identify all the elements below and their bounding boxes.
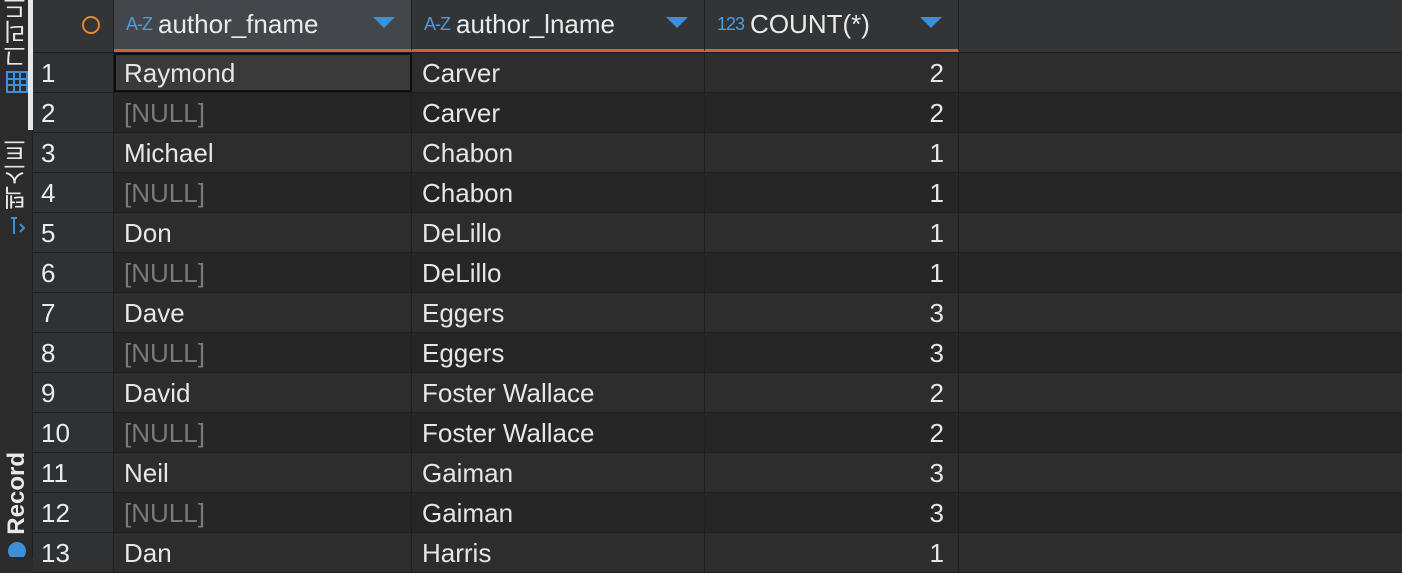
cell-count[interactable]: 1 [705,173,959,212]
text-type-icon: A-Z [126,14,153,34]
tab-grid-label: 그리드 [2,0,31,68]
cell-author-lname[interactable]: Eggers [412,293,705,332]
row-number[interactable]: 5 [33,213,114,252]
cell-author-fname[interactable]: Raymond [114,53,412,92]
cell-author-lname[interactable]: Gaiman [412,453,705,492]
result-grid: A-Z author_fname A-Z author_lname 123 CO… [33,0,1402,573]
cell-author-lname[interactable]: Harris [412,533,705,572]
cell-author-lname[interactable]: Gaiman [412,493,705,532]
table-row[interactable]: 13 Dan Harris 1 [33,533,1402,573]
column-header-count[interactable]: 123 COUNT(*) [705,0,959,52]
cell-count[interactable]: 3 [705,493,959,532]
cell-count[interactable]: 2 [705,373,959,412]
cell-author-lname[interactable]: DeLillo [412,253,705,292]
cell-count[interactable]: 1 [705,213,959,252]
cell-count[interactable]: 1 [705,133,959,172]
cell-author-lname[interactable]: Foster Wallace [412,373,705,412]
cell-author-fname[interactable]: [NULL] [114,493,412,532]
row-number[interactable]: 10 [33,413,114,452]
grid-header: A-Z author_fname A-Z author_lname 123 CO… [33,0,1402,53]
row-number-header[interactable] [33,0,114,52]
column-header-author-fname[interactable]: A-Z author_fname [114,0,412,52]
cell-author-fname[interactable]: Dave [114,293,412,332]
tab-record[interactable]: Record [0,452,33,560]
cell-author-fname[interactable]: Dan [114,533,412,572]
cell-count[interactable]: 1 [705,253,959,292]
cell-author-lname[interactable]: Chabon [412,133,705,172]
cell-count[interactable]: 2 [705,53,959,92]
table-row[interactable]: 11 Neil Gaiman 3 [33,453,1402,493]
cell-count[interactable]: 3 [705,293,959,332]
row-number[interactable]: 3 [33,133,114,172]
tab-record-label: Record [2,452,30,535]
row-number[interactable]: 2 [33,93,114,132]
table-row[interactable]: 9 David Foster Wallace 2 [33,373,1402,413]
table-row[interactable]: 5 Don DeLillo 1 [33,213,1402,253]
row-number[interactable]: 9 [33,373,114,412]
view-tab-strip: 그리드 텍스트 Record [0,0,33,560]
cell-author-lname[interactable]: Eggers [412,333,705,372]
row-number[interactable]: 7 [33,293,114,332]
cell-author-lname[interactable]: Carver [412,53,705,92]
cell-author-lname[interactable]: Foster Wallace [412,413,705,452]
row-number[interactable]: 11 [33,453,114,492]
row-number[interactable]: 12 [33,493,114,532]
cell-author-fname[interactable]: [NULL] [114,93,412,132]
row-number[interactable]: 1 [33,53,114,92]
table-row[interactable]: 4 [NULL] Chabon 1 [33,173,1402,213]
column-header-author-lname[interactable]: A-Z author_lname [412,0,705,52]
cell-author-fname[interactable]: Don [114,213,412,252]
cell-author-lname[interactable]: Carver [412,93,705,132]
number-type-icon: 123 [717,14,745,34]
sort-arrow-icon[interactable] [666,17,688,28]
cell-count[interactable]: 2 [705,413,959,452]
tab-text-label: 텍스트 [2,138,31,210]
table-row[interactable]: 1 Raymond Carver 2 [33,53,1402,93]
tab-text[interactable]: 텍스트 [0,138,33,260]
table-row[interactable]: 12 [NULL] Gaiman 3 [33,493,1402,533]
sort-arrow-icon[interactable] [920,17,942,28]
grid-icon [5,70,29,99]
row-number[interactable]: 6 [33,253,114,292]
row-number[interactable]: 4 [33,173,114,212]
sort-arrow-icon[interactable] [373,17,395,28]
cell-count[interactable]: 3 [705,333,959,372]
cell-author-fname[interactable]: Michael [114,133,412,172]
cell-author-lname[interactable]: Chabon [412,173,705,212]
cell-author-fname[interactable]: [NULL] [114,173,412,212]
row-number[interactable]: 8 [33,333,114,372]
table-row[interactable]: 6 [NULL] DeLillo 1 [33,253,1402,293]
table-row[interactable]: 3 Michael Chabon 1 [33,133,1402,173]
column-name: COUNT(*) [750,9,870,39]
text-type-icon: A-Z [424,14,451,34]
row-number[interactable]: 13 [33,533,114,572]
cell-author-fname[interactable]: [NULL] [114,253,412,292]
cell-count[interactable]: 3 [705,453,959,492]
cell-author-fname[interactable]: Neil [114,453,412,492]
table-row[interactable]: 10 [NULL] Foster Wallace 2 [33,413,1402,453]
column-name: author_lname [456,9,615,39]
tab-grid[interactable]: 그리드 [0,0,33,130]
cell-count[interactable]: 1 [705,533,959,572]
cell-author-lname[interactable]: DeLillo [412,213,705,252]
column-name: author_fname [158,9,319,39]
text-icon [7,214,27,243]
cell-author-fname[interactable]: David [114,373,412,412]
cell-author-fname[interactable]: [NULL] [114,333,412,372]
table-row[interactable]: 2 [NULL] Carver 2 [33,93,1402,133]
cell-author-fname[interactable]: [NULL] [114,413,412,452]
table-row[interactable]: 7 Dave Eggers 3 [33,293,1402,333]
cell-count[interactable]: 2 [705,93,959,132]
table-row[interactable]: 8 [NULL] Eggers 3 [33,333,1402,373]
select-all-icon[interactable] [82,16,100,34]
